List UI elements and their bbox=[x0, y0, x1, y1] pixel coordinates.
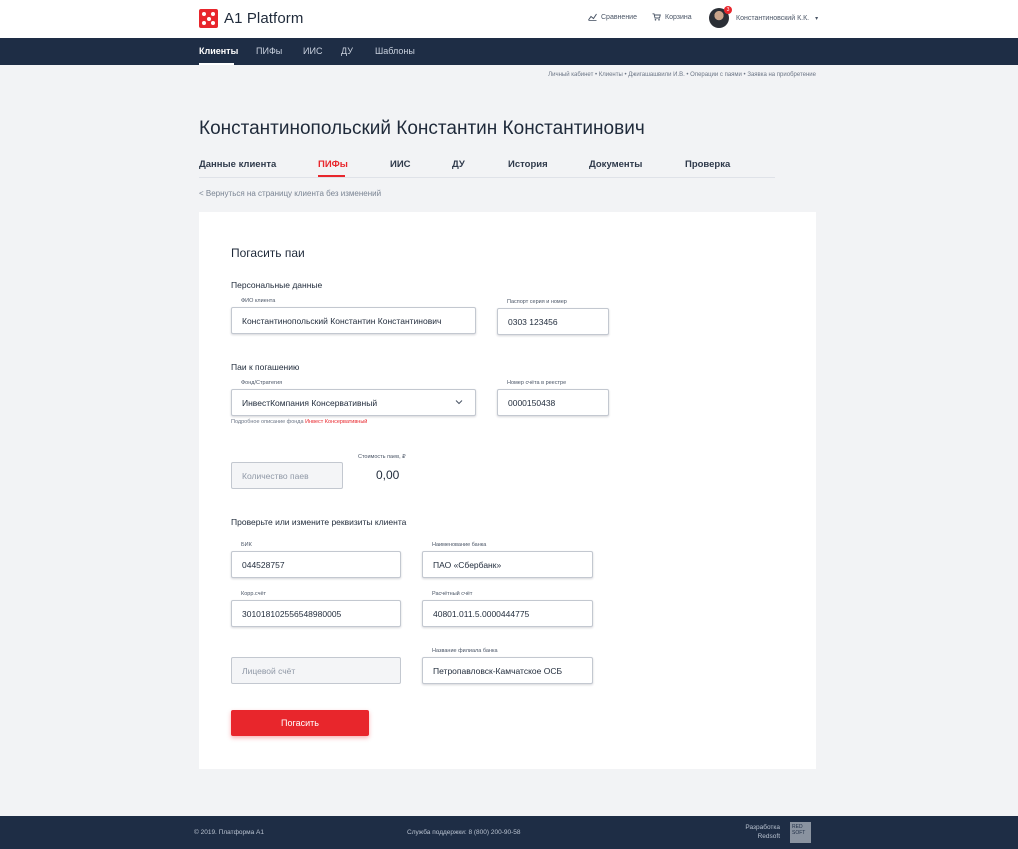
compare-link[interactable]: Сравнение bbox=[588, 13, 637, 21]
page-title: Константинопольский Константин Константи… bbox=[199, 118, 645, 139]
tab-active-indicator bbox=[318, 175, 345, 177]
compare-label: Сравнение bbox=[601, 13, 637, 21]
top-header: A1 Platform Сравнение Корзина 3 Констант… bbox=[0, 0, 1018, 38]
redeem-button[interactable]: Погасить bbox=[231, 710, 369, 736]
fund-hint-link[interactable]: Инвест Консервативный bbox=[305, 419, 367, 425]
back-link[interactable]: < Вернуться на страницу клиента без изме… bbox=[199, 189, 381, 198]
fund-hint-prefix: Подробное описание фонда bbox=[231, 419, 304, 425]
tab-documents[interactable]: Документы bbox=[589, 159, 642, 170]
nav-item-templates[interactable]: Шаблоны bbox=[375, 46, 415, 56]
nav-item-iis[interactable]: ИИС bbox=[303, 46, 322, 56]
bank-name-field[interactable]: ПАО «Сбербанк» bbox=[422, 551, 593, 578]
passport-value: 0303 123456 bbox=[508, 316, 558, 327]
logo[interactable]: A1 Platform bbox=[199, 9, 303, 28]
cart-label: Корзина bbox=[665, 13, 692, 21]
passport-label: Паспорт серия и номер bbox=[507, 299, 567, 305]
nav-item-pifs[interactable]: ПИФы bbox=[256, 46, 282, 56]
user-menu[interactable]: 3 Константиновский К.К. ▾ bbox=[709, 6, 819, 28]
quantity-field[interactable]: Количество паев bbox=[231, 462, 343, 489]
tab-pifs[interactable]: ПИФы bbox=[318, 159, 348, 170]
branch-label: Название филиала банка bbox=[432, 648, 498, 654]
footer-dev-line2: Redsoft bbox=[757, 833, 780, 840]
settlement-label: Расчётный счёт bbox=[432, 591, 473, 597]
cost-label: Стоимость паев, ₽ bbox=[358, 454, 406, 460]
fund-hint: Подробное описание фонда Инвест Консерва… bbox=[231, 419, 367, 425]
fio-label: ФИО клиента bbox=[241, 298, 276, 304]
settlement-account-field[interactable]: 40801.011.5.0000444775 bbox=[422, 600, 593, 627]
tab-history[interactable]: История bbox=[508, 159, 548, 170]
units-section-title: Паи к погашению bbox=[231, 362, 300, 372]
tab-client-data[interactable]: Данные клиента bbox=[199, 159, 276, 170]
bik-label: БИК bbox=[241, 542, 252, 548]
tab-iis[interactable]: ИИС bbox=[390, 159, 411, 170]
branch-field[interactable]: Петропавловск-Камчатское ОСБ bbox=[422, 657, 593, 684]
account-value: 0000150438 bbox=[508, 397, 556, 408]
breadcrumb: Личный кабинет • Клиенты • Джигашашвили … bbox=[548, 72, 816, 78]
footer-copyright: © 2019. Платформа А1 bbox=[194, 829, 264, 836]
fund-value: ИнвестКомпания Консервативный bbox=[242, 397, 378, 408]
cart-icon bbox=[652, 13, 661, 21]
nav-active-indicator bbox=[199, 63, 234, 65]
user-name: Константиновский К.К. bbox=[736, 14, 810, 22]
logo-text: A1 Platform bbox=[224, 10, 304, 27]
avatar: 3 bbox=[709, 6, 732, 28]
footer: © 2019. Платформа А1 Служба поддержки: 8… bbox=[0, 816, 1018, 849]
fund-select[interactable]: ИнвестКомпания Консервативный bbox=[231, 389, 476, 416]
bik-value: 044528757 bbox=[242, 559, 285, 570]
personal-section-title: Персональные данные bbox=[231, 280, 323, 290]
footer-developer: Разработка Redsoft bbox=[744, 823, 780, 841]
bank-name-label: Наименование банка bbox=[432, 542, 487, 548]
redeem-form-card: Погасить паи Персональные данные ФИО кли… bbox=[199, 212, 816, 769]
developer-logo[interactable]: RED SOFT bbox=[790, 822, 811, 843]
bank-name-value: ПАО «Сбербанк» bbox=[433, 559, 502, 570]
cost-value: 0,00 bbox=[376, 468, 400, 482]
nav-item-clients[interactable]: Клиенты bbox=[199, 46, 238, 56]
client-tabs: Данные клиента ПИФы ИИС ДУ История Докум… bbox=[199, 153, 775, 178]
tab-du[interactable]: ДУ bbox=[452, 159, 465, 170]
settlement-value: 40801.011.5.0000444775 bbox=[433, 608, 530, 619]
branch-value: Петропавловск-Камчатское ОСБ bbox=[433, 665, 563, 676]
personal-account-placeholder: Лицевой счёт bbox=[242, 665, 296, 676]
personal-account-field[interactable]: Лицевой счёт bbox=[231, 657, 401, 684]
quantity-placeholder: Количество паев bbox=[242, 470, 309, 481]
main-nav: Клиенты ПИФы ИИС ДУ Шаблоны bbox=[0, 38, 1018, 65]
form-title: Погасить паи bbox=[231, 246, 305, 260]
passport-field[interactable]: 0303 123456 bbox=[497, 308, 609, 335]
corr-account-field[interactable]: 30101810255654898000​5 bbox=[231, 600, 401, 627]
cart-link[interactable]: Корзина bbox=[652, 13, 692, 21]
corr-value: 30101810255654898000​5 bbox=[242, 608, 342, 619]
footer-dev-line1: Разработка bbox=[745, 824, 780, 831]
bank-section-title: Проверьте или измените реквизиты клиента bbox=[231, 517, 407, 527]
fio-field[interactable]: Константинопольский Константин Константи… bbox=[231, 307, 476, 334]
tab-check[interactable]: Проверка bbox=[685, 159, 730, 170]
account-label: Номер счёта в реестре bbox=[507, 380, 567, 386]
chevron-down-icon: ▾ bbox=[815, 15, 819, 22]
chart-icon bbox=[588, 13, 597, 21]
corr-label: Корр.счёт bbox=[241, 591, 267, 597]
bik-field[interactable]: 044528757 bbox=[231, 551, 401, 578]
logo-icon bbox=[199, 9, 218, 28]
fund-label: Фонд/Стратегия bbox=[241, 380, 283, 386]
account-field[interactable]: 0000150438 bbox=[497, 389, 609, 416]
nav-item-du[interactable]: ДУ bbox=[341, 46, 353, 56]
chevron-down-icon bbox=[455, 400, 463, 405]
notification-badge: 3 bbox=[724, 6, 732, 14]
fio-value: Константинопольский Константин Константи… bbox=[242, 315, 442, 326]
footer-support: Служба поддержки: 8 (800) 200-90-58 bbox=[407, 829, 521, 836]
